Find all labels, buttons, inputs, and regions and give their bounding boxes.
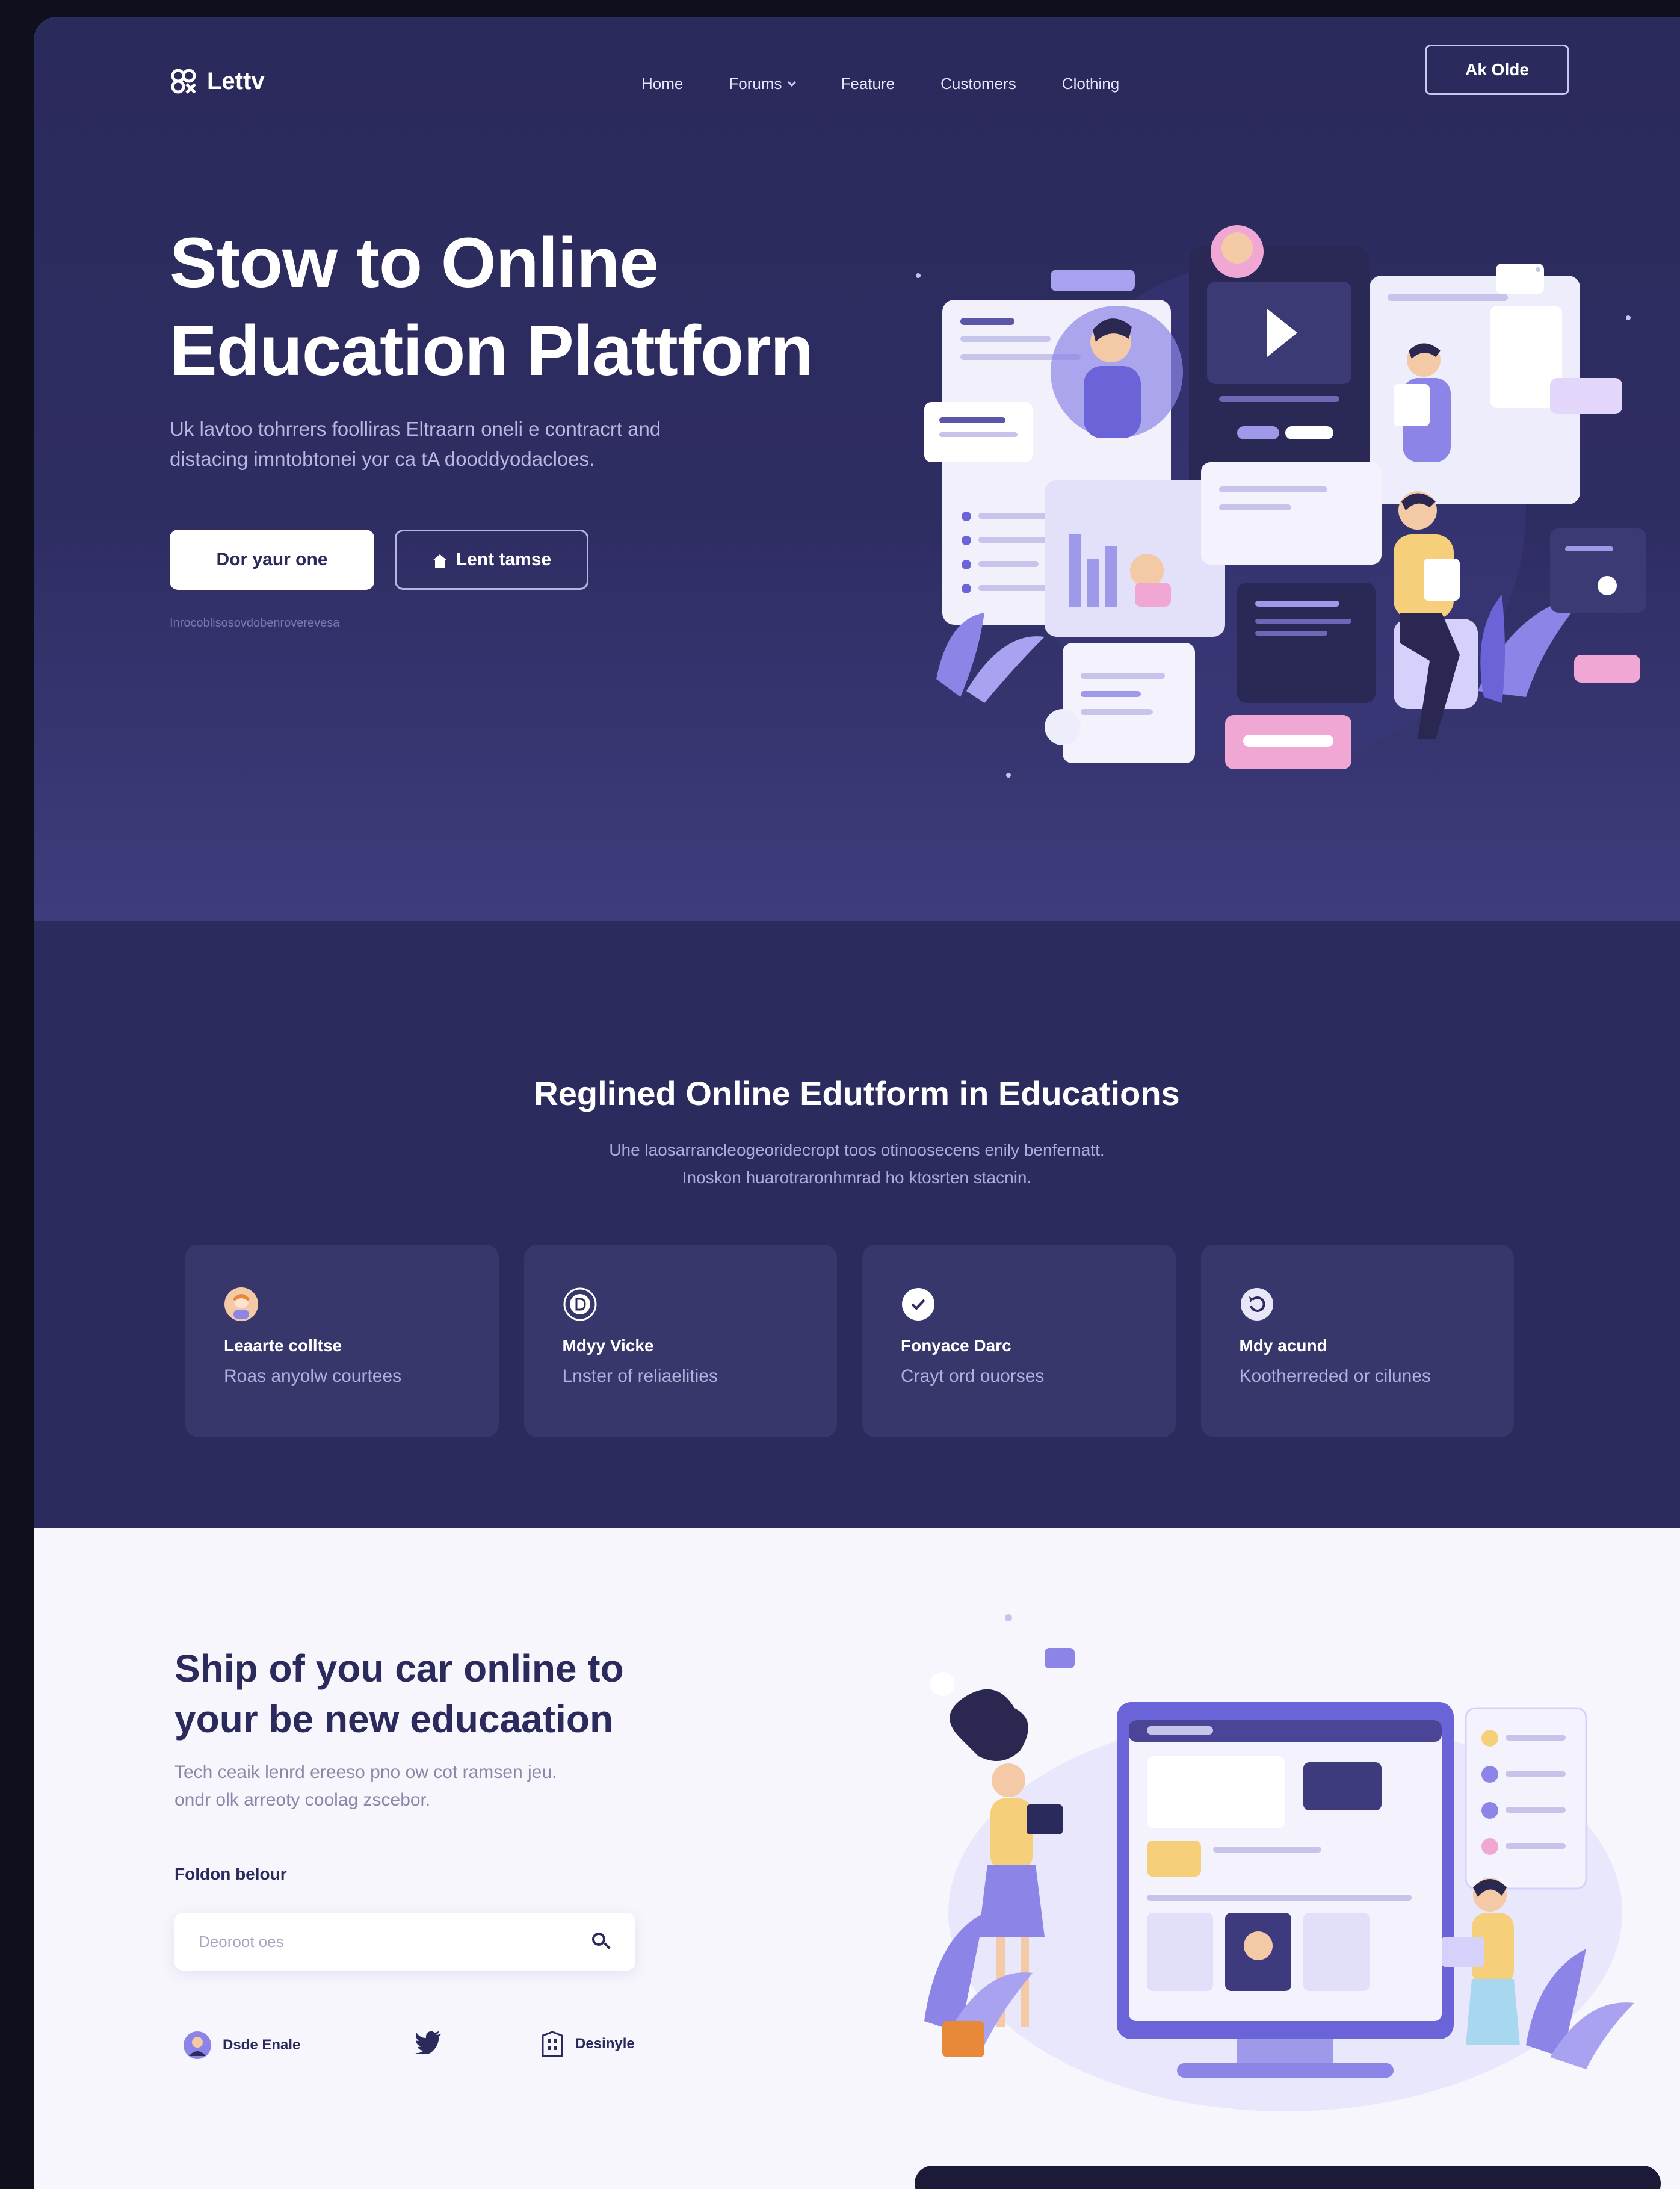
education-title-line: your be new educaation [174, 1697, 614, 1741]
education-section: Ship of you car online to your be new ed… [34, 1528, 1680, 2189]
nav-link-home[interactable]: Home [641, 75, 683, 93]
feature-card-description: Crayt ord ouorses [901, 1366, 1045, 1386]
social-link-label: Desinyle [575, 2036, 635, 2052]
social-link-twitter[interactable] [415, 2031, 442, 2054]
education-description: Tech ceaik lenrd ereeso pno ow cot ramse… [174, 1759, 668, 1814]
search-icon[interactable] [591, 1931, 611, 1952]
features-subtitle-line: Inoskon huarotraronhmrad ho ktosrten sta… [682, 1168, 1032, 1187]
logo-icon [170, 67, 197, 95]
social-links: Dsde Enale Desinyle [183, 2031, 640, 2067]
feature-card-title: Mdyy Vicke [562, 1336, 654, 1355]
twitter-icon [415, 2031, 441, 2054]
get-started-button[interactable]: Dor yaur one [170, 530, 374, 590]
search-input[interactable] [199, 1932, 591, 1951]
top-nav: Lettv Home Forums Feature Customers Clot… [34, 17, 1680, 125]
learn-more-label: Lent tamse [456, 550, 552, 569]
social-link-profile[interactable]: Dsde Enale [183, 2031, 300, 2060]
chevron-down-icon [788, 78, 797, 87]
nav-link-customers[interactable]: Customers [940, 75, 1016, 93]
hero-description-line: Uk lavtoo tohrrers foolliras Eltraarn on… [170, 418, 661, 440]
feature-card-title: Fonyace Darc [901, 1336, 1011, 1355]
avatar-icon [224, 1287, 259, 1322]
hero-description-line: distacing imntobtonei yor ca tA dooddyod… [170, 448, 595, 470]
feature-card-title: Mdy acund [1239, 1336, 1327, 1355]
education-title-line: Ship of you car online to [174, 1647, 624, 1690]
nav-link-clothing[interactable]: Clothing [1062, 75, 1119, 93]
hero-title-line: Education Plattforn [170, 311, 814, 391]
feature-card[interactable]: Fonyace Darc Crayt ord ouorses [862, 1245, 1176, 1437]
search-box [174, 1913, 635, 1971]
feature-card[interactable]: Leaarte colltse Roas anyolw courtees [185, 1245, 499, 1437]
education-illustration [924, 1614, 1634, 2111]
page: Lettv Home Forums Feature Customers Clot… [34, 17, 1680, 2189]
logo[interactable]: Lettv [170, 67, 265, 95]
nav-link-label: Feature [841, 75, 895, 93]
features-subtitle-line: Uhe laosarrancleogeoridecropt toos otino… [609, 1141, 1105, 1159]
feature-card-description: Roas anyolw courtees [224, 1366, 402, 1386]
refresh-icon [1240, 1287, 1274, 1322]
feature-card-description: Kootherreded or cilunes [1239, 1366, 1431, 1386]
nav-link-forums[interactable]: Forums [729, 75, 797, 93]
nav-link-label: Forums [729, 75, 782, 93]
hero-section: Lettv Home Forums Feature Customers Clot… [34, 17, 1680, 921]
hero-title-line: Stow to Online [170, 223, 659, 303]
nav-link-label: Clothing [1061, 75, 1120, 93]
feature-cards: Leaarte colltse Roas anyolw courtees Mdy… [185, 1245, 1514, 1437]
social-link-building[interactable]: Desinyle [540, 2031, 635, 2057]
feature-card-description: Lnster of reliaelities [562, 1366, 718, 1386]
search-label: Foldon belour [174, 1865, 287, 1883]
avatar-icon [184, 2031, 211, 2059]
education-description-line: Tech ceaik lenrd ereeso pno ow cot ramse… [174, 1762, 557, 1782]
feature-card[interactable]: Mdyy Vicke Lnster of reliaelities [523, 1245, 837, 1437]
nav-link-label: Customers [940, 75, 1016, 93]
home-icon [432, 553, 448, 568]
hero-description: Uk lavtoo tohrrers foolliras Eltraarn on… [170, 414, 771, 474]
logo-text: Lettv [207, 67, 265, 94]
bottom-bar [915, 2166, 1661, 2189]
building-icon [542, 2031, 563, 2057]
features-title: Reglined Online Edutform in Educations [534, 1074, 1180, 1112]
feature-card[interactable]: Mdy acund Kootherreded or cilunes [1200, 1245, 1514, 1437]
features-section: Reglined Online Edutform in Educations U… [34, 921, 1680, 1528]
hero-title: Stow to Online Education Plattforn [170, 219, 892, 395]
d-badge-icon [563, 1287, 598, 1322]
nav-cta-button[interactable]: Ak Olde [1425, 45, 1569, 95]
education-title: Ship of you car online to your be new ed… [174, 1643, 728, 1744]
nav-link-feature[interactable]: Feature [841, 75, 895, 93]
nav-links: Home Forums Feature Customers Clothing [641, 75, 1119, 93]
learn-more-button[interactable]: Lent tamse [395, 530, 588, 590]
hero-illustration [916, 225, 1646, 778]
feature-card-title: Leaarte colltse [224, 1336, 342, 1355]
hero-note: Inrocoblisosovdobenroverevesa [170, 616, 340, 630]
features-subtitle: Uhe laosarrancleogeoridecropt toos otino… [34, 1136, 1680, 1192]
check-circle-icon [901, 1287, 936, 1322]
social-link-label: Dsde Enale [223, 2037, 301, 2053]
education-description-line: ondr olk arreoty coolag zscebor. [174, 1790, 431, 1810]
nav-link-label: Home [641, 75, 684, 93]
